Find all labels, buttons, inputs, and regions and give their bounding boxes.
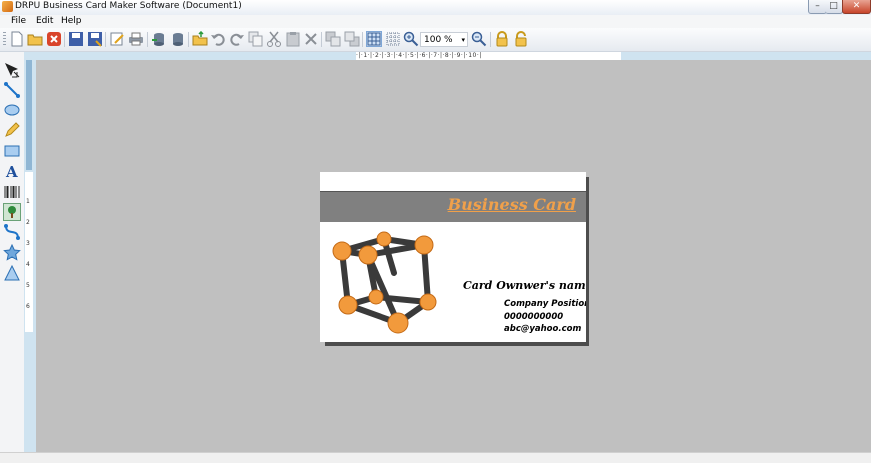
menu-help[interactable]: Help	[61, 16, 82, 26]
card-phone[interactable]: 0000000000	[504, 312, 563, 322]
open-icon[interactable]	[192, 30, 208, 47]
unlock-icon[interactable]	[513, 31, 529, 47]
copy-icon[interactable]	[248, 31, 264, 47]
card-title[interactable]: Business Card	[448, 195, 576, 214]
close-document-icon[interactable]	[46, 31, 62, 47]
triangle-tool-icon[interactable]	[3, 264, 21, 282]
save-icon[interactable]	[68, 31, 84, 47]
horizontal-ruler: ·|·1·|·2·|·3·|·4·|·5·|·6·|·7·|·8·|·9·|·1…	[36, 52, 871, 60]
vertical-ruler-label: 1	[26, 198, 30, 205]
status-bar	[0, 452, 871, 463]
cut-icon[interactable]	[266, 31, 282, 47]
toolbar-separator	[105, 32, 106, 47]
edit-icon[interactable]	[109, 31, 125, 47]
vertical-ruler-label: 3	[26, 240, 30, 247]
menu-edit[interactable]: Edit	[36, 16, 53, 26]
maximize-button[interactable]: □	[825, 0, 843, 14]
toolbar-grip[interactable]	[3, 32, 6, 47]
toolbar-separator	[147, 32, 148, 47]
database-icon[interactable]	[170, 31, 186, 47]
card-owner-name[interactable]: Card Ownwer's name	[463, 279, 586, 292]
vertical-ruler-label: 4	[26, 261, 30, 268]
database-import-icon[interactable]	[151, 31, 167, 47]
main-toolbar: 100 % ▾	[0, 28, 871, 52]
toolbar-separator	[321, 32, 322, 47]
curve-tool-icon[interactable]	[3, 223, 21, 241]
save-as-icon[interactable]	[87, 31, 103, 47]
lock-icon[interactable]	[494, 31, 510, 47]
vertical-ruler-label: 2	[26, 219, 30, 226]
business-card[interactable]: Business Card Card Ownwer's name Company…	[320, 172, 586, 342]
barcode-tool-icon[interactable]	[3, 183, 21, 201]
cube-logo-image[interactable]	[328, 225, 438, 337]
window-title: DRPU Business Card Maker Software (Docum…	[15, 1, 242, 11]
card-company-position[interactable]: Company Position	[504, 299, 586, 309]
pointer-tool-icon[interactable]	[3, 61, 21, 79]
bring-front-icon[interactable]	[325, 31, 341, 47]
drawing-tools-panel: A	[0, 52, 25, 452]
paste-icon[interactable]	[285, 31, 301, 47]
zoom-select[interactable]: 100 % ▾	[420, 32, 468, 47]
star-tool-icon[interactable]	[3, 243, 21, 262]
close-button[interactable]: ✕	[842, 0, 871, 14]
card-email[interactable]: abc@yahoo.com	[504, 324, 581, 334]
send-back-icon[interactable]	[344, 31, 360, 47]
vertical-ruler-label: 5	[26, 282, 30, 289]
pencil-tool-icon[interactable]	[3, 121, 21, 139]
zoom-in-icon[interactable]	[403, 31, 419, 47]
menu-bar: File Edit Help	[0, 15, 871, 28]
toolbar-separator	[490, 32, 491, 47]
open-folder-icon[interactable]	[27, 31, 43, 47]
vertical-scrollbar-thumb[interactable]	[26, 60, 32, 170]
toolbar-separator	[362, 32, 363, 47]
text-tool-icon[interactable]: A	[3, 162, 21, 181]
vertical-ruler-label: 6	[26, 303, 30, 310]
rectangle-tool-icon[interactable]	[3, 142, 21, 160]
print-icon[interactable]	[128, 31, 144, 47]
image-tool-icon[interactable]	[3, 203, 21, 221]
undo-icon[interactable]	[210, 31, 226, 47]
toolbar-separator	[64, 32, 65, 47]
horizontal-ruler-scale: ·|·1·|·2·|·3·|·4·|·5·|·6·|·7·|·8·|·9·|·1…	[356, 52, 621, 60]
snap-grid-icon[interactable]	[385, 31, 401, 47]
vertical-ruler: 1 2 3 4 5 6	[25, 172, 33, 332]
title-bar: DRPU Business Card Maker Software (Docum…	[0, 0, 871, 16]
zoom-out-icon[interactable]	[471, 31, 487, 47]
chevron-down-icon[interactable]: ▾	[461, 33, 465, 48]
toolbar-separator	[188, 32, 189, 47]
redo-icon[interactable]	[229, 31, 245, 47]
zoom-value: 100 %	[424, 35, 453, 45]
delete-icon[interactable]	[303, 31, 319, 47]
svg-text:A: A	[5, 163, 18, 180]
ellipse-tool-icon[interactable]	[3, 101, 21, 119]
grid-icon[interactable]	[366, 31, 382, 47]
menu-file[interactable]: File	[11, 16, 26, 26]
new-document-icon[interactable]	[9, 31, 25, 47]
line-tool-icon[interactable]	[3, 81, 21, 99]
app-icon	[2, 1, 13, 12]
